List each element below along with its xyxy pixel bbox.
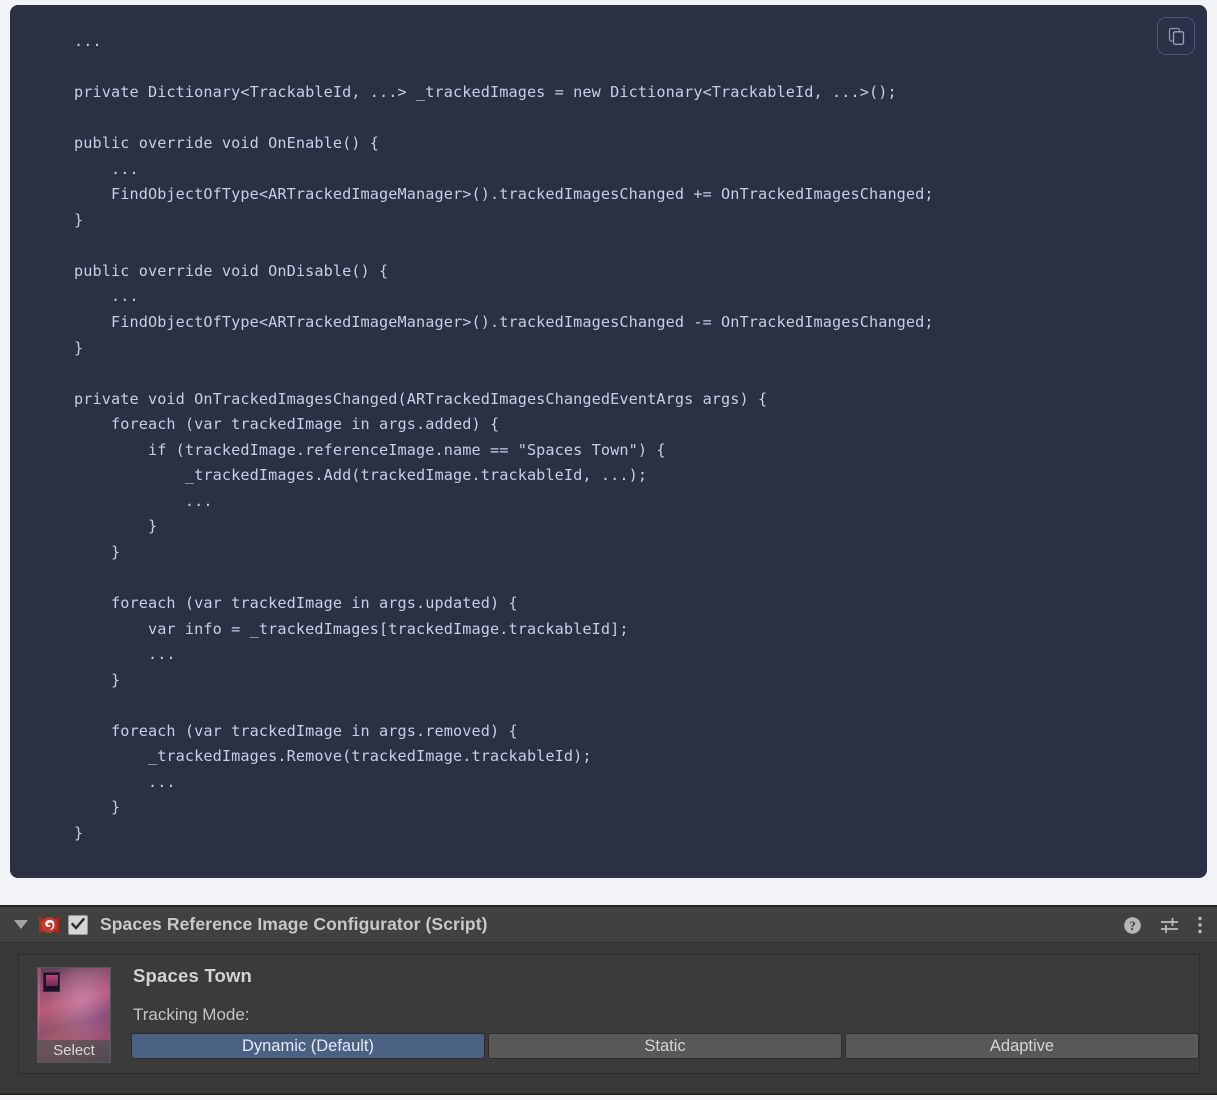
tracking-mode-segmented-control: Dynamic (Default) Static Adaptive bbox=[131, 1033, 1199, 1059]
component-body: Select Spaces Town Tracking Mode: Dynami… bbox=[18, 954, 1200, 1074]
reference-image-thumbnail[interactable]: Select bbox=[37, 967, 111, 1063]
component-enabled-checkbox[interactable] bbox=[68, 914, 88, 935]
more-options-icon[interactable] bbox=[1197, 915, 1203, 935]
code-content[interactable]: ... private Dictionary<TrackableId, ...>… bbox=[10, 5, 1207, 847]
component-header[interactable]: Spaces Reference Image Configurator (Scr… bbox=[0, 907, 1217, 943]
screenshot-root: ... private Dictionary<TrackableId, ...>… bbox=[0, 0, 1217, 1100]
copy-code-button[interactable] bbox=[1157, 17, 1195, 55]
copy-icon bbox=[1168, 27, 1184, 45]
thumbnail-select-button[interactable]: Select bbox=[38, 1040, 110, 1062]
tracking-mode-option-adaptive[interactable]: Adaptive bbox=[845, 1033, 1199, 1059]
foldout-triangle-icon[interactable] bbox=[14, 920, 28, 929]
reference-image-name: Spaces Town bbox=[133, 965, 253, 986]
thumbnail-badge-icon bbox=[43, 972, 60, 992]
header-icon-group: ? bbox=[1123, 907, 1203, 943]
unity-inspector-panel: Spaces Reference Image Configurator (Scr… bbox=[0, 905, 1217, 1095]
help-icon[interactable]: ? bbox=[1123, 916, 1142, 935]
svg-text:?: ? bbox=[1129, 919, 1135, 933]
script-icon bbox=[38, 914, 60, 936]
code-block: ... private Dictionary<TrackableId, ...>… bbox=[10, 5, 1207, 878]
tracking-mode-option-static[interactable]: Static bbox=[488, 1033, 842, 1059]
component-title: Spaces Reference Image Configurator (Scr… bbox=[100, 914, 488, 934]
checkmark-icon bbox=[71, 918, 85, 930]
tracking-mode-field-group: Spaces Town Tracking Mode: Dynamic (Defa… bbox=[131, 965, 1199, 1059]
tracking-mode-label: Tracking Mode: bbox=[133, 1005, 250, 1024]
preset-icon[interactable] bbox=[1159, 916, 1180, 935]
tracking-mode-option-dynamic[interactable]: Dynamic (Default) bbox=[131, 1033, 485, 1059]
